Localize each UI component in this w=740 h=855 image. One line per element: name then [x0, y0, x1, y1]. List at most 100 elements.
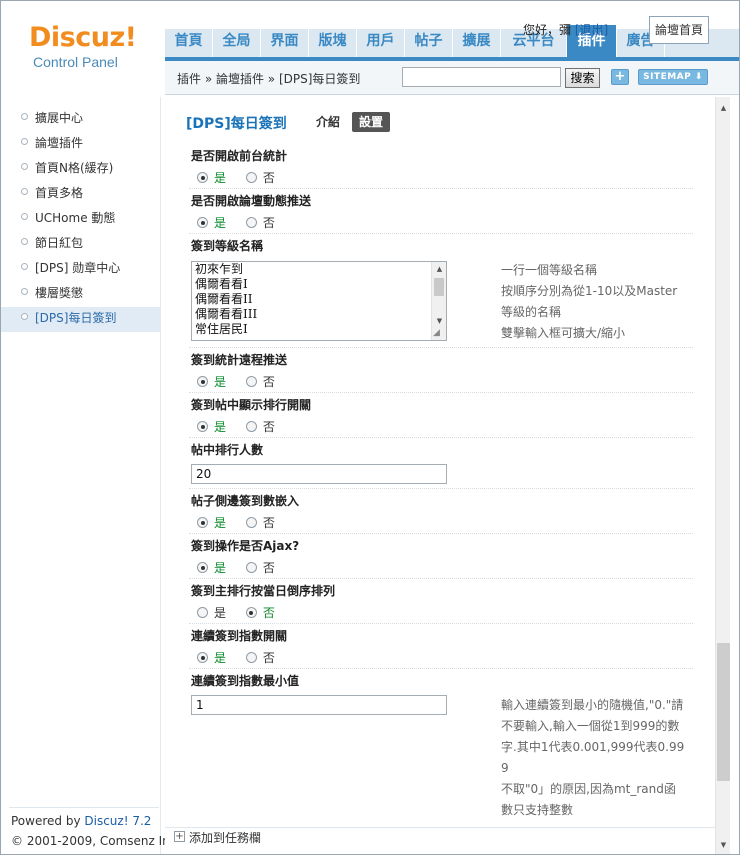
level-name-line: 偶爾看看III — [195, 307, 258, 321]
bullet-icon — [21, 288, 28, 295]
radio-no-label: 否 — [262, 561, 275, 575]
forum-home-button[interactable]: 論壇首頁 — [649, 16, 709, 44]
radio-no[interactable] — [245, 517, 257, 528]
radio-no[interactable] — [245, 172, 257, 183]
radio-yes[interactable] — [197, 421, 208, 432]
sidebar-item-uchome-feed[interactable]: UCHome 動態 — [1, 207, 160, 232]
radio-no[interactable] — [245, 217, 257, 228]
radio-no[interactable] — [245, 607, 257, 618]
setting-label: 簽到帖中顯示排行開關 — [191, 398, 312, 412]
sidebar-item-floor-reward[interactable]: 樓層獎懲 — [1, 282, 160, 307]
bullet-icon — [21, 163, 28, 170]
powered-prefix: Powered by — [11, 814, 85, 828]
main-scrollbar[interactable]: ▲ ▼ — [715, 97, 730, 854]
radio-yes[interactable] — [197, 607, 208, 618]
radio-group-reverse-order: 是 否 — [197, 604, 291, 620]
hint-line: 一行一個等級名稱 — [501, 263, 598, 277]
level-names-textarea[interactable]: 初來乍到 偶爾看看I 偶爾看看II 偶爾看看III 常住居民I ▲ ▼ ◢ — [191, 261, 447, 341]
row-divider — [189, 488, 693, 489]
hint-line: 字.其中1代表0.001,999代表0.99 — [501, 740, 685, 754]
radio-no[interactable] — [245, 652, 257, 663]
sidebar-item-label: 首頁多格 — [35, 186, 84, 200]
bullet-icon — [21, 263, 28, 270]
nav-global[interactable]: 全局 — [213, 29, 261, 57]
sitemap-button[interactable]: SITEMAP ⬇ — [638, 69, 708, 85]
nav-posts[interactable]: 帖子 — [405, 29, 453, 57]
add-shortcut-button[interactable]: + — [611, 69, 629, 85]
radio-no[interactable] — [245, 421, 257, 432]
sidebar-item-daily-checkin[interactable]: [DPS]每日簽到 — [1, 307, 160, 332]
main-scroll-thumb[interactable] — [717, 643, 730, 781]
min-value-hint: 輸入連續簽到最小的隨機值,"0."請 不要輸入,輸入一個從1到999的數 字.其… — [501, 695, 697, 821]
hint-line: 等級的名稱 — [501, 305, 562, 319]
row-divider — [189, 668, 693, 669]
sidebar-item-home-n-grid[interactable]: 首頁N格(緩存) — [1, 157, 160, 182]
sidebar-item-home-multi-grid[interactable]: 首頁多格 — [1, 182, 160, 207]
textarea-scroll-thumb[interactable] — [434, 278, 444, 296]
scroll-down-icon[interactable]: ▼ — [716, 838, 731, 852]
bullet-icon — [21, 113, 28, 120]
radio-yes-label: 是 — [214, 420, 227, 434]
row-divider — [189, 347, 693, 348]
powered-brand-link[interactable]: Discuz! 7.2 — [84, 814, 151, 828]
radio-yes[interactable] — [197, 652, 208, 663]
radio-yes[interactable] — [197, 217, 208, 228]
add-to-taskbar-link[interactable]: 添加到任務欄 — [189, 829, 261, 846]
discuz-logo[interactable]: Discuz! Control Panel — [29, 23, 137, 71]
sidebar-item-label: 首頁N格(緩存) — [35, 161, 114, 175]
admin-window: Discuz! Control Panel 首頁 全局 界面 版塊 用戶 帖子 … — [0, 0, 740, 855]
radio-yes[interactable] — [197, 517, 208, 528]
logout-link[interactable]: [退出] — [575, 23, 608, 37]
hint-line: 雙擊輸入框可擴大/縮小 — [501, 326, 626, 340]
bullet-icon — [21, 238, 28, 245]
sidebar-item-label: [DPS]每日簽到 — [35, 311, 117, 325]
min-value-input[interactable] — [191, 695, 447, 715]
rank-count-input[interactable] — [191, 464, 447, 484]
resize-grip-icon[interactable]: ◢ — [433, 328, 445, 339]
sidebar-item-extension-center[interactable]: 擴展中心 — [1, 107, 160, 132]
search-input[interactable] — [402, 67, 561, 87]
scroll-down-icon[interactable]: ▼ — [432, 314, 446, 328]
row-divider — [189, 392, 693, 393]
radio-yes[interactable] — [197, 376, 208, 387]
hint-line: 9 — [501, 761, 509, 775]
radio-yes[interactable] — [197, 562, 208, 573]
hint-line: 輸入連續簽到最小的隨機值,"0."請 — [501, 698, 684, 712]
radio-yes-label: 是 — [214, 651, 227, 665]
plus-icon[interactable]: + — [174, 831, 185, 842]
nav-home[interactable]: 首頁 — [165, 29, 213, 57]
nav-users[interactable]: 用戶 — [357, 29, 405, 57]
level-name-line: 初來乍到 — [195, 262, 244, 276]
sidebar-item-holiday-redpacket[interactable]: 節日紅包 — [1, 232, 160, 257]
nav-forums[interactable]: 版塊 — [309, 29, 357, 57]
greeting-text: 您好， — [523, 23, 560, 37]
radio-group-thread-rank: 是 否 — [197, 418, 291, 434]
radio-no-label: 否 — [262, 420, 275, 434]
sidebar-item-medal-center[interactable]: [DPS] 勋章中心 — [1, 257, 160, 282]
sidebar-list: 擴展中心 論壇插件 首頁N格(緩存) 首頁多格 UCHome 動態 節日紅包 [… — [1, 107, 160, 332]
nav-extensions[interactable]: 擴展 — [453, 29, 501, 57]
sidebar-item-forum-plugins[interactable]: 論壇插件 — [1, 132, 160, 157]
search-button[interactable]: 搜索 — [565, 68, 600, 88]
sidebar-item-label: UCHome 動態 — [35, 211, 116, 225]
radio-no-label: 否 — [262, 606, 275, 620]
hint-line: 不要輸入,輸入一個從1到999的數 — [501, 719, 680, 733]
setting-label: 連續簽到指數最小值 — [191, 674, 300, 688]
radio-no[interactable] — [245, 376, 257, 387]
tab-settings[interactable]: 設置 — [352, 112, 390, 132]
radio-yes-label: 是 — [214, 516, 227, 530]
setting-label: 帖子側邊簽到數嵌入 — [191, 494, 300, 508]
row-divider — [189, 623, 693, 624]
header: Discuz! Control Panel 首頁 全局 界面 版塊 用戶 帖子 … — [1, 1, 739, 97]
scroll-up-icon[interactable]: ▲ — [432, 262, 446, 276]
scroll-up-icon[interactable]: ▲ — [716, 101, 731, 115]
radio-group-ajax: 是 否 — [197, 559, 291, 575]
radio-no[interactable] — [245, 562, 257, 573]
sidebar-item-label: 樓層獎懲 — [35, 286, 84, 300]
sidebar-divider — [9, 807, 159, 808]
tab-intro[interactable]: 介紹 — [316, 112, 340, 132]
sidebar-item-label: [DPS] 勋章中心 — [35, 261, 121, 275]
radio-yes[interactable] — [197, 172, 208, 183]
hint-line: 不取"0」的原因,因為mt_rand函 — [501, 782, 676, 796]
nav-interface[interactable]: 界面 — [261, 29, 309, 57]
